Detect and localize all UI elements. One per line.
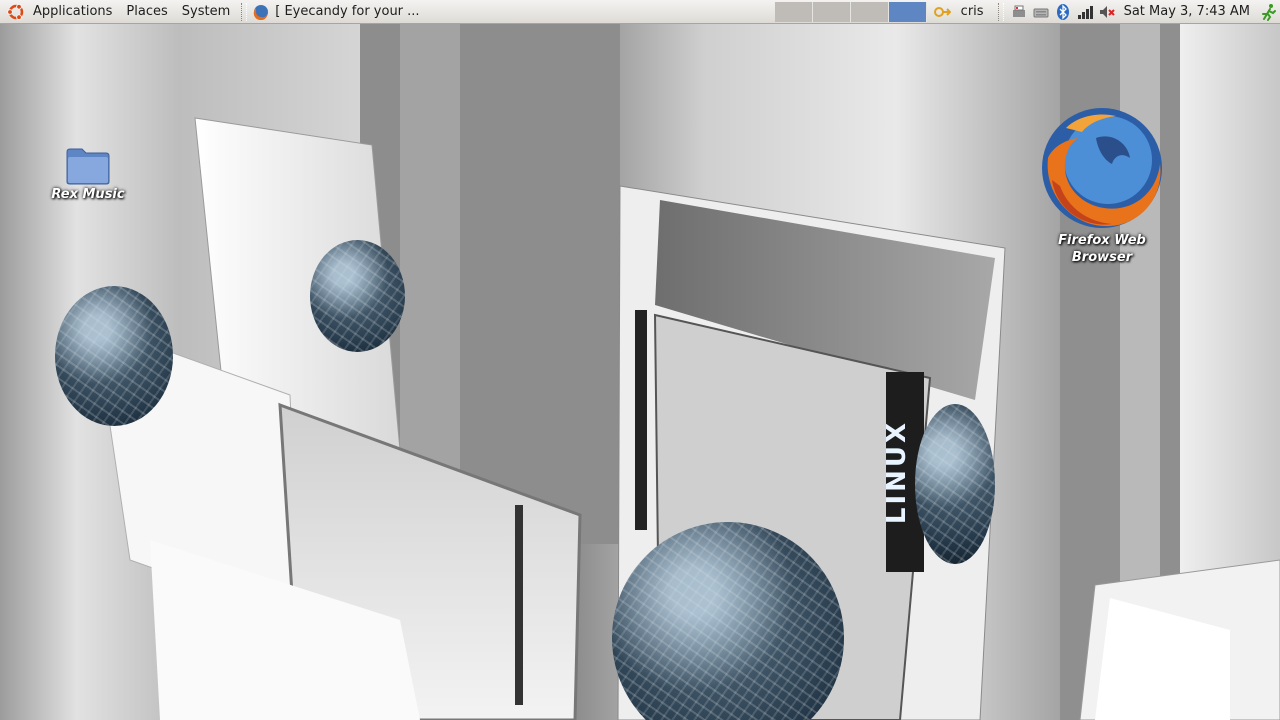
workspace-3[interactable]: [850, 1, 889, 22]
firefox-icon: [1042, 108, 1162, 228]
keyboard-icon[interactable]: [1032, 3, 1050, 21]
ubuntu-logo-icon[interactable]: [6, 2, 26, 22]
workspace-switcher: [774, 1, 927, 22]
firefox-task-icon[interactable]: [253, 4, 269, 20]
bluetooth-icon[interactable]: [1054, 3, 1072, 21]
taskbar-window-eyecandy[interactable]: [ Eyecandy for your ...: [275, 4, 425, 19]
update-notifier-icon[interactable]: [933, 3, 951, 21]
wallpaper-sphere: [310, 240, 405, 352]
workspace-4[interactable]: [888, 1, 927, 22]
clock[interactable]: Sat May 3, 7:43 AM: [1118, 4, 1258, 19]
workspace-1[interactable]: [774, 1, 813, 22]
desktop-icon-label: Browser: [1071, 250, 1133, 265]
panel-separator: [997, 2, 1004, 21]
folder-icon: [66, 148, 110, 185]
system-menu[interactable]: System: [175, 0, 237, 24]
top-panel: Applications Places System [ Eyecandy fo…: [0, 0, 1280, 24]
printer-icon[interactable]: [1010, 3, 1028, 21]
applications-menu[interactable]: Applications: [26, 0, 119, 24]
places-menu[interactable]: Places: [119, 0, 174, 24]
linux-wallpaper-text: LINUX: [882, 420, 912, 524]
desktop-icon-label: Rex Music: [51, 187, 125, 202]
desktop[interactable]: LINUX Rex Music Firefox Web Browser: [0, 24, 1280, 720]
network-signal-icon[interactable]: [1076, 3, 1094, 21]
wallpaper-sphere: [915, 404, 995, 564]
desktop-icon-rex-music[interactable]: Rex Music: [40, 146, 136, 203]
wallpaper-sphere: [55, 286, 173, 426]
logout-runner-icon[interactable]: [1260, 3, 1278, 21]
panel-separator: [241, 2, 248, 21]
user-name[interactable]: cris: [953, 4, 994, 19]
workspace-2[interactable]: [812, 1, 851, 22]
volume-muted-icon[interactable]: [1098, 3, 1116, 21]
desktop-icon-firefox[interactable]: Firefox Web Browser: [1040, 104, 1164, 266]
desktop-icon-label: Firefox Web: [1058, 233, 1146, 248]
